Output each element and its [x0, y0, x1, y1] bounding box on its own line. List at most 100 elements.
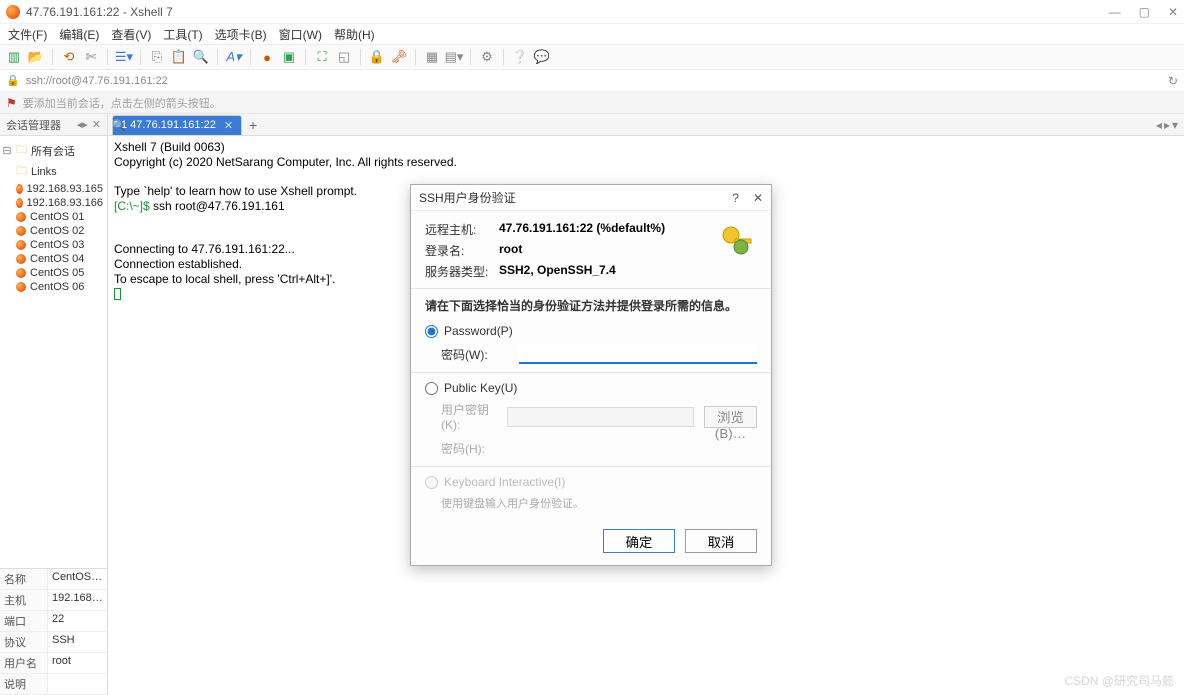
new-session-icon[interactable]: ▥: [6, 49, 22, 65]
transparent-icon[interactable]: ◱: [336, 49, 352, 65]
term-line: Xshell 7 (Build 0063): [114, 140, 225, 154]
find-icon[interactable]: 🔍: [193, 49, 209, 65]
userkey-label: 用户密钥(K):: [441, 401, 497, 432]
tree-item-session[interactable]: 192.168.93.166: [2, 196, 105, 210]
fullscreen-icon[interactable]: ⛶: [314, 49, 330, 65]
prop-key: 端口: [0, 611, 48, 631]
session-properties: 名称CentOS 03 主机192.168.9... 端口22 协议SSH 用户…: [0, 568, 107, 695]
folder-icon: 🗀: [16, 141, 27, 160]
menu-view[interactable]: 查看(V): [111, 26, 151, 43]
tree-collapse-icon[interactable]: ⊟: [2, 144, 12, 157]
remote-host-label: 远程主机:: [425, 221, 499, 238]
dialog-help-button[interactable]: ?: [732, 191, 739, 205]
auth-option-publickey[interactable]: Public Key(U): [425, 381, 757, 395]
sidebar-close-icon[interactable]: ✕: [92, 118, 101, 131]
prop-row: 说明: [0, 674, 107, 695]
close-window-button[interactable]: ✕: [1168, 5, 1178, 19]
tab-menu-icon[interactable]: ▾: [1172, 118, 1178, 132]
auth-option-password[interactable]: Password(P): [425, 324, 757, 338]
session-icon: [16, 226, 26, 236]
tree-item-session[interactable]: CentOS 05: [2, 266, 105, 280]
prop-key: 说明: [0, 674, 48, 694]
dialog-close-button[interactable]: ✕: [753, 191, 763, 205]
keys-icon: [717, 221, 757, 261]
font-icon[interactable]: A▾: [226, 49, 242, 65]
radio-publickey-label: Public Key(U): [444, 381, 517, 395]
tab-add-button[interactable]: +: [244, 117, 262, 133]
tab-close-icon[interactable]: ✕: [224, 119, 233, 132]
tree-item-links[interactable]: 🗀 Links: [2, 161, 105, 182]
server-type-value: SSH2, OpenSSH_7.4: [499, 263, 616, 280]
tab-prev-icon[interactable]: ◂: [1156, 118, 1162, 132]
tree-item-label: 192.168.93.166: [27, 197, 103, 209]
menu-file[interactable]: 文件(F): [8, 26, 47, 43]
prop-val: SSH: [48, 632, 107, 652]
tree-item-session[interactable]: 192.168.93.165: [2, 182, 105, 196]
prop-val: 192.168.9...: [48, 590, 107, 610]
session-icon: [16, 212, 26, 222]
prop-val: CentOS 03: [48, 569, 107, 589]
tree-item-session[interactable]: CentOS 06: [2, 280, 105, 294]
ok-button[interactable]: 确定: [603, 529, 675, 553]
tree-item-label: CentOS 03: [30, 239, 84, 251]
address-text[interactable]: ssh://root@47.76.191.161:22: [26, 75, 168, 87]
highlight-icon[interactable]: ▣: [281, 49, 297, 65]
terminal-tabs: 🔍 1 47.76.191.161:22 ✕ + ◂ ▸ ▾: [108, 114, 1184, 136]
password-input[interactable]: [519, 344, 757, 364]
hint-text: 要添加当前会话，点击左侧的箭头按钮。: [23, 95, 221, 111]
session-manager-title: 会话管理器: [6, 117, 61, 133]
userkey-input: [507, 407, 694, 427]
color-scheme-icon[interactable]: ●: [259, 49, 275, 65]
disconnect-icon[interactable]: ✄: [83, 49, 99, 65]
open-icon[interactable]: 📂: [28, 49, 44, 65]
menubar: 文件(F) 编辑(E) 查看(V) 工具(T) 选项卡(B) 窗口(W) 帮助(…: [0, 24, 1184, 44]
keyboard-hint: 使用键盘输入用户身份验证。: [441, 495, 757, 511]
script-icon[interactable]: ▤▾: [446, 49, 462, 65]
term-line: Copyright (c) 2020 NetSarang Computer, I…: [114, 155, 457, 169]
radio-password[interactable]: [425, 325, 438, 338]
lock-icon[interactable]: 🔒: [369, 49, 385, 65]
key-icon[interactable]: 🗝: [391, 49, 407, 65]
settings-icon[interactable]: ⚙: [479, 49, 495, 65]
maximize-button[interactable]: ▢: [1139, 5, 1150, 19]
tree-root-label: 所有会话: [31, 143, 75, 159]
tree-item-session[interactable]: CentOS 01: [2, 210, 105, 224]
prop-key: 用户名: [0, 653, 48, 673]
prop-val: root: [48, 653, 107, 673]
tab-nav: ◂ ▸ ▾: [1156, 118, 1184, 132]
radio-publickey[interactable]: [425, 382, 438, 395]
cancel-button[interactable]: 取消: [685, 529, 757, 553]
prop-val: 22: [48, 611, 107, 631]
address-bar: 🔒 ssh://root@47.76.191.161:22 ↻: [0, 70, 1184, 92]
menu-tools[interactable]: 工具(T): [163, 26, 202, 43]
minimize-button[interactable]: —: [1109, 5, 1121, 19]
help-icon[interactable]: ❔: [512, 49, 528, 65]
tab-next-icon[interactable]: ▸: [1164, 118, 1170, 132]
tree-root[interactable]: ⊟ 🗀 所有会话: [2, 140, 105, 161]
prop-row: 名称CentOS 03: [0, 569, 107, 590]
tree-item-session[interactable]: CentOS 02: [2, 224, 105, 238]
menu-tabs[interactable]: 选项卡(B): [215, 26, 267, 43]
menu-help[interactable]: 帮助(H): [334, 26, 375, 43]
tree-item-label: CentOS 05: [30, 267, 84, 279]
sidebar-nav-arrows[interactable]: ◂▸: [77, 118, 88, 131]
paste-icon[interactable]: 📋: [171, 49, 187, 65]
session-icon: [16, 240, 26, 250]
reconnect-icon[interactable]: ⟲: [61, 49, 77, 65]
window-controls: — ▢ ✕: [1109, 5, 1178, 19]
xftp-icon[interactable]: ▦: [424, 49, 440, 65]
tree-item-session[interactable]: CentOS 04: [2, 252, 105, 266]
browse-button: 浏览(B)…: [704, 406, 757, 428]
menu-edit[interactable]: 编辑(E): [59, 26, 99, 43]
tree-item-session[interactable]: CentOS 03: [2, 238, 105, 252]
properties-icon[interactable]: ☰▾: [116, 49, 132, 65]
menu-window[interactable]: 窗口(W): [279, 26, 322, 43]
reload-icon[interactable]: ↻: [1168, 74, 1178, 88]
terminal-tab-active[interactable]: 1 47.76.191.161:22 ✕: [112, 115, 242, 135]
about-icon[interactable]: 💬: [534, 49, 550, 65]
term-cmd: ssh root@47.76.191.161: [150, 199, 285, 213]
prop-key: 主机: [0, 590, 48, 610]
radio-password-label: Password(P): [444, 324, 513, 338]
copy-icon[interactable]: ⎘: [149, 49, 165, 65]
search-icon[interactable]: 🔍: [112, 119, 126, 132]
